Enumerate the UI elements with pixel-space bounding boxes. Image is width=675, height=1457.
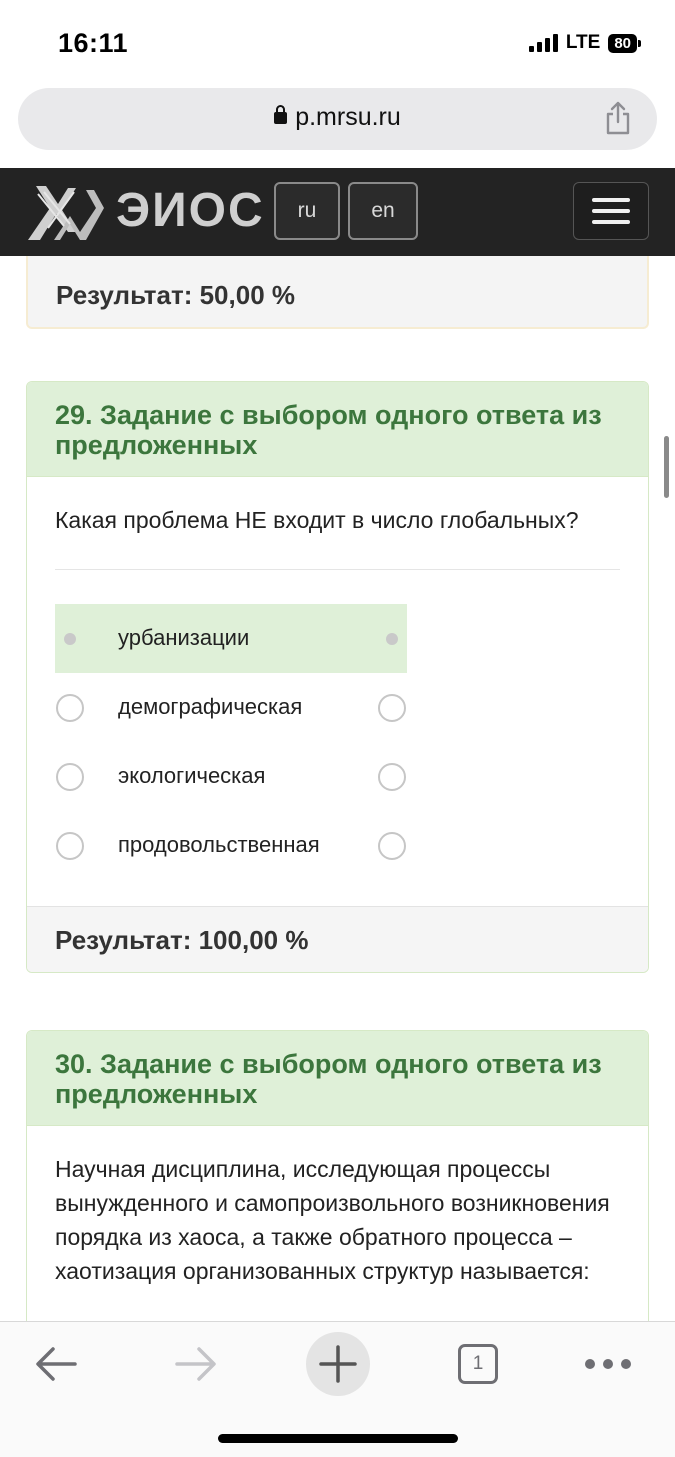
prev-result-value: 50,00 % (199, 280, 295, 310)
prev-result-text: Результат: 50,00 % (56, 280, 295, 311)
address-bar[interactable]: p.mrsu.ru (18, 88, 657, 150)
tab-count: 1 (458, 1344, 498, 1384)
scrollbar[interactable] (664, 436, 669, 498)
arrow-left-icon[interactable] (24, 1332, 88, 1396)
question-text: Научная дисциплина, исследующая процессы… (55, 1156, 610, 1284)
prev-result-footer: Результат: 50,00 % (26, 256, 649, 329)
radio-icon[interactable] (56, 763, 84, 791)
hamburger-icon[interactable] (573, 182, 649, 240)
network-type: LTE (565, 32, 601, 53)
radio-selected-icon[interactable] (378, 625, 406, 653)
question-body: Какая проблема НЕ входит в число глобаль… (27, 477, 648, 880)
plus-icon[interactable] (306, 1332, 370, 1396)
answer-label: урбанизации (118, 625, 250, 650)
lock-icon (274, 105, 288, 124)
more-dots-icon[interactable] (576, 1332, 640, 1396)
tabs-icon[interactable]: 1 (446, 1332, 510, 1396)
question-card-30: 30. Задание с выбором одного ответа из п… (26, 1030, 649, 1330)
answer-option[interactable]: экологическая (55, 742, 407, 811)
url-text: p.mrsu.ru (295, 103, 401, 131)
radio-icon[interactable] (378, 832, 406, 860)
share-icon[interactable] (605, 101, 631, 135)
url-display[interactable]: p.mrsu.ru (18, 103, 657, 132)
result-value: 100,00 % (198, 925, 309, 955)
question-text: Какая проблема НЕ входит в число глобаль… (55, 507, 579, 533)
answer-option[interactable]: урбанизации (55, 604, 407, 673)
answer-label: демографическая (118, 694, 303, 719)
home-indicator[interactable] (218, 1434, 458, 1443)
radio-icon[interactable] (56, 694, 84, 722)
answer-label: продовольственная (118, 832, 320, 857)
result-label: Результат: (55, 925, 192, 955)
question-title: 29. Задание с выбором одного ответа из п… (27, 382, 648, 477)
question-result-footer: Результат: 100,00 % (27, 906, 648, 972)
radio-icon[interactable] (56, 832, 84, 860)
logo-text[interactable]: ЭИОС (116, 183, 265, 238)
logo-icon[interactable] (24, 178, 106, 244)
site-navbar: ЭИОС ru en (0, 168, 675, 256)
question-body: Научная дисциплина, исследующая процессы… (27, 1126, 648, 1288)
prev-result-label: Результат: (56, 280, 193, 310)
status-time: 16:11 (58, 28, 129, 58)
status-bar: 16:11 LTE 80 (0, 0, 675, 86)
signal-icon (528, 34, 558, 52)
question-title: 30. Задание с выбором одного ответа из п… (27, 1031, 648, 1126)
answer-option[interactable]: продовольственная (55, 811, 407, 880)
status-indicators: LTE 80 (528, 32, 641, 54)
lang-ru-button[interactable]: ru (274, 182, 340, 240)
divider (55, 569, 620, 570)
question-card-29: 29. Задание с выбором одного ответа из п… (26, 381, 649, 973)
battery-icon: 80 (608, 33, 641, 53)
radio-icon[interactable] (378, 694, 406, 722)
lang-en-button[interactable]: en (348, 182, 418, 240)
answer-option[interactable]: демографическая (55, 673, 407, 742)
radio-icon[interactable] (378, 763, 406, 791)
answer-list: урбанизации демографическая экологическа… (55, 604, 620, 880)
arrow-right-icon[interactable] (164, 1332, 228, 1396)
radio-selected-icon[interactable] (56, 625, 84, 653)
answer-label: экологическая (118, 763, 266, 788)
battery-level: 80 (608, 33, 637, 53)
result-text: Результат: 100,00 % (55, 925, 308, 956)
